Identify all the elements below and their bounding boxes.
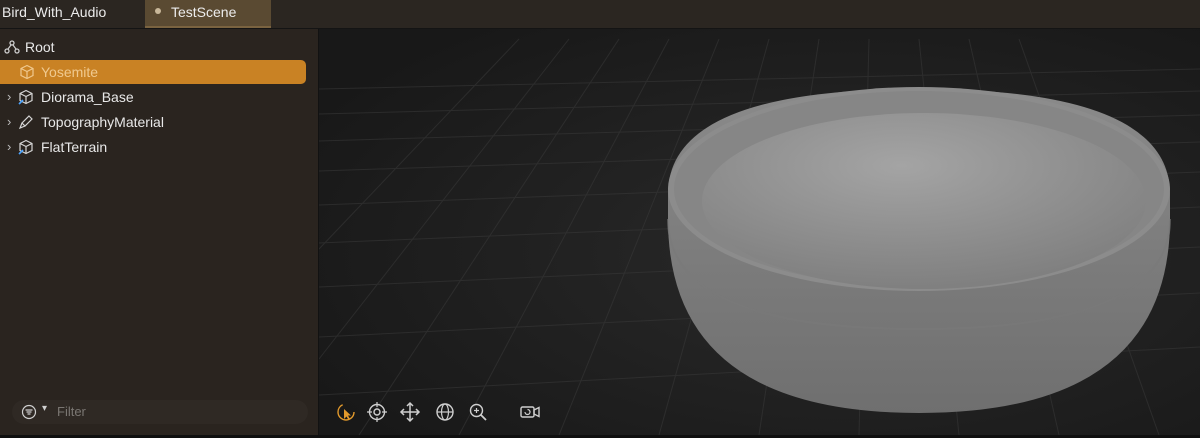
filter-input[interactable]: Filter [57,400,86,424]
hierarchy-item-diorama-base[interactable]: › Diorama_Base [0,85,318,109]
globe-tool-icon[interactable] [432,399,458,425]
entity-icon [20,64,34,80]
tab-bar: Bird_With_Audio TestScene [0,0,1200,29]
hierarchy-item-label: Root [25,39,55,55]
hierarchy-item-root[interactable]: Root [0,35,318,59]
orbit-tool-icon[interactable] [364,399,390,425]
camera-tool-icon[interactable] [517,399,543,425]
entity-icon [18,139,33,155]
tab-label: TestScene [171,4,237,20]
hierarchy-item-label: TopographyMaterial [41,114,164,130]
select-tool-icon[interactable] [333,399,359,425]
hierarchy-item-topography-material[interactable]: › TopographyMaterial [0,110,318,134]
hierarchy-item-label: Diorama_Base [41,89,134,105]
scene-hierarchy-panel: Root Yosemite › Diorama_Base › Topograph… [0,29,319,435]
disclosure-chevron-icon[interactable]: › [7,135,17,159]
chevron-down-icon[interactable]: ▾ [42,403,47,414]
entity-icon [18,89,33,105]
hierarchy-item-yosemite[interactable]: Yosemite [0,60,306,84]
material-icon [18,115,33,130]
tab-label: Bird_With_Audio [2,4,107,20]
hierarchy-item-label: FlatTerrain [41,139,108,155]
hierarchy-item-label: Yosemite [41,64,99,80]
zoom-tool-icon[interactable] [465,399,491,425]
root-hierarchy-icon [4,40,20,54]
hierarchy-item-flat-terrain[interactable]: › FlatTerrain [0,135,318,159]
viewport-canvas[interactable] [319,29,1200,435]
disclosure-chevron-icon[interactable]: › [7,110,17,134]
filter-icon[interactable] [21,404,37,420]
filter-field[interactable]: ▾ Filter [12,400,308,424]
tab-test-scene[interactable]: TestScene [145,0,271,28]
scene-viewport[interactable] [319,29,1200,435]
tab-bird-with-audio[interactable]: Bird_With_Audio [0,0,143,28]
move-tool-icon[interactable] [397,399,423,425]
disclosure-chevron-icon[interactable]: › [7,85,17,109]
unsaved-dot-icon [155,8,161,15]
diorama-base-model[interactable] [667,87,1171,413]
